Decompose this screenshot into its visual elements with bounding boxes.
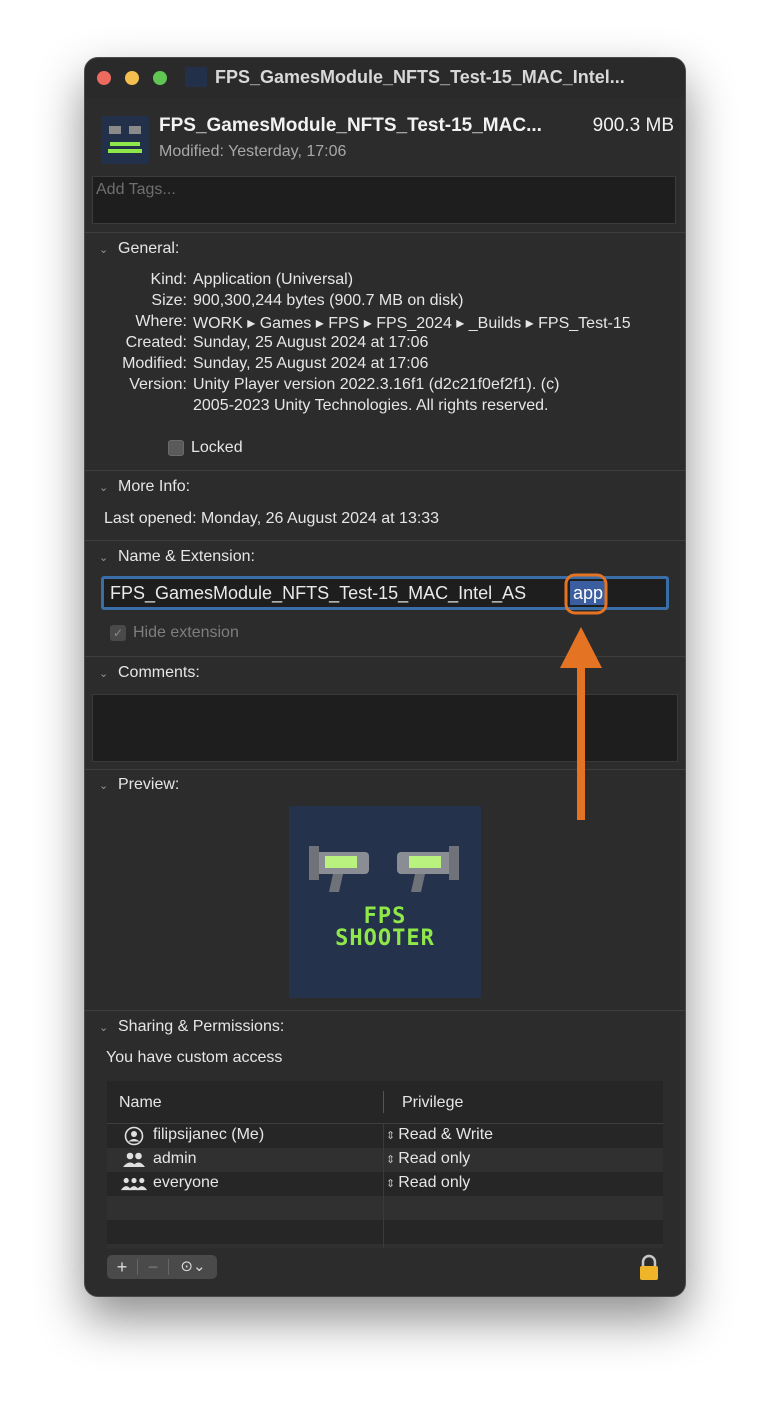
zoom-button[interactable] bbox=[153, 71, 167, 85]
updown-icon: ⇕ bbox=[386, 1130, 396, 1142]
section-title: Preview: bbox=[118, 776, 180, 793]
size-value: 900,300,244 bytes (900.7 MB on disk) bbox=[193, 292, 464, 309]
table-row[interactable]: admin ⇕ Read only bbox=[107, 1148, 663, 1172]
action-menu-button[interactable]: ⊙⌄ bbox=[169, 1255, 217, 1279]
minimize-button[interactable] bbox=[125, 71, 139, 85]
user-circle-icon bbox=[124, 1126, 144, 1146]
user-name: admin bbox=[153, 1150, 197, 1167]
column-divider bbox=[383, 1091, 384, 1113]
table-row-empty bbox=[107, 1196, 663, 1220]
updown-icon: ⇕ bbox=[386, 1154, 396, 1166]
section-more-info-toggle[interactable]: ⌄ More Info: bbox=[99, 478, 190, 496]
name-extension-input[interactable]: FPS_GamesModule_NFTS_Test-15_MAC_Intel_A… bbox=[101, 576, 669, 610]
permissions-table: Name Privilege filipsijanec (Me) ⇕ Read &… bbox=[107, 1081, 663, 1248]
column-header-name[interactable]: Name bbox=[119, 1094, 162, 1112]
preview-title-line2: SHOOTER bbox=[335, 926, 435, 951]
everyone-icon bbox=[121, 1177, 147, 1191]
blaster-graphic bbox=[309, 846, 459, 892]
chevron-down-icon: ⌄ bbox=[99, 668, 109, 680]
title-bar: FPS_GamesModule_NFTS_Test-15_MAC_Intel..… bbox=[85, 58, 685, 98]
where-value: WORK ▸ Games ▸ FPS ▸ FPS_2024 ▸ _Builds … bbox=[193, 315, 631, 332]
kind-label: Kind: bbox=[150, 271, 187, 288]
section-comments-toggle[interactable]: ⌄ Comments: bbox=[99, 664, 200, 682]
section-title: Sharing & Permissions: bbox=[118, 1018, 285, 1035]
hide-extension-checkbox[interactable]: ✓ bbox=[110, 625, 126, 641]
chevron-down-icon: ⌄ bbox=[99, 780, 109, 792]
extension-selection: app bbox=[570, 581, 607, 605]
table-header: Name Privilege bbox=[107, 1081, 663, 1124]
section-title: More Info: bbox=[118, 478, 191, 495]
size-label: Size: bbox=[151, 292, 187, 309]
section-sharing-toggle[interactable]: ⌄ Sharing & Permissions: bbox=[99, 1018, 284, 1036]
where-label: Where: bbox=[135, 313, 187, 330]
table-row[interactable]: everyone ⇕ Read only bbox=[107, 1172, 663, 1196]
column-divider bbox=[383, 1123, 384, 1248]
get-info-window: FPS_GamesModule_NFTS_Test-15_MAC_Intel..… bbox=[84, 57, 686, 1297]
privilege-popup[interactable]: ⇕ Read only bbox=[386, 1174, 470, 1192]
add-user-button[interactable]: + bbox=[107, 1255, 137, 1279]
app-icon bbox=[101, 116, 149, 164]
updown-icon: ⇕ bbox=[386, 1178, 396, 1190]
section-name-extension-toggle[interactable]: ⌄ Name & Extension: bbox=[99, 548, 255, 566]
chevron-down-icon: ⌄ bbox=[99, 482, 109, 494]
section-general-toggle[interactable]: ⌄ General: bbox=[99, 240, 179, 258]
section-title: Comments: bbox=[118, 664, 200, 681]
comments-textarea[interactable] bbox=[92, 694, 678, 762]
divider bbox=[85, 769, 685, 770]
table-row[interactable]: filipsijanec (Me) ⇕ Read & Write bbox=[107, 1124, 663, 1148]
section-title: General: bbox=[118, 240, 180, 257]
chevron-down-icon: ⌄ bbox=[99, 1022, 109, 1034]
permissions-button-bar: + − ⊙⌄ bbox=[107, 1255, 217, 1279]
table-row-empty bbox=[107, 1244, 663, 1248]
divider bbox=[85, 232, 685, 233]
created-label: Created: bbox=[125, 334, 187, 351]
section-title: Name & Extension: bbox=[118, 548, 255, 565]
kind-value: Application (Universal) bbox=[193, 271, 354, 288]
name-input-text: FPS_GamesModule_NFTS_Test-15_MAC_Intel_A… bbox=[110, 583, 527, 603]
preview-image: FPS SHOOTER bbox=[289, 806, 481, 998]
tags-field[interactable]: Add Tags... bbox=[92, 176, 676, 224]
app-icon-small bbox=[185, 67, 207, 87]
privilege-value: Read only bbox=[398, 1174, 471, 1191]
privilege-value: Read only bbox=[398, 1150, 471, 1167]
chevron-down-icon: ⌄ bbox=[99, 244, 109, 256]
privilege-value: Read & Write bbox=[398, 1126, 494, 1143]
close-button[interactable] bbox=[97, 71, 111, 85]
version-value-cont: 2005-2023 Unity Technologies. All rights… bbox=[193, 397, 549, 414]
modified-label: Modified: bbox=[122, 355, 187, 372]
divider bbox=[85, 540, 685, 541]
user-name: filipsijanec (Me) bbox=[153, 1126, 265, 1143]
version-value: Unity Player version 2022.3.16f1 (d2c21f… bbox=[193, 376, 560, 393]
hide-extension-label: Hide extension bbox=[133, 624, 239, 641]
remove-user-button[interactable]: − bbox=[138, 1255, 168, 1279]
window-title: FPS_GamesModule_NFTS_Test-15_MAC_Intel..… bbox=[215, 67, 625, 87]
divider bbox=[85, 1010, 685, 1011]
privilege-popup[interactable]: ⇕ Read only bbox=[386, 1150, 470, 1168]
file-name: FPS_GamesModule_NFTS_Test-15_MAC... bbox=[159, 115, 542, 136]
locked-checkbox[interactable] bbox=[168, 440, 184, 456]
user-name: everyone bbox=[153, 1174, 219, 1191]
created-value: Sunday, 25 August 2024 at 17:06 bbox=[193, 334, 429, 351]
modified-summary: Modified: Yesterday, 17:06 bbox=[159, 143, 347, 160]
group-icon bbox=[123, 1152, 145, 1167]
chevron-down-icon: ⌄ bbox=[99, 552, 109, 564]
locked-label: Locked bbox=[191, 439, 243, 456]
divider bbox=[85, 656, 685, 657]
file-size: 900.3 MB bbox=[592, 115, 674, 136]
access-note: You have custom access bbox=[106, 1049, 283, 1066]
section-preview-toggle[interactable]: ⌄ Preview: bbox=[99, 776, 179, 794]
version-label: Version: bbox=[129, 376, 187, 393]
privilege-popup[interactable]: ⇕ Read & Write bbox=[386, 1126, 493, 1144]
tags-placeholder: Add Tags... bbox=[96, 181, 176, 198]
modified-value: Sunday, 25 August 2024 at 17:06 bbox=[193, 355, 429, 372]
divider bbox=[85, 470, 685, 471]
lock-icon[interactable] bbox=[637, 1254, 661, 1282]
table-row-empty bbox=[107, 1220, 663, 1244]
column-header-privilege[interactable]: Privilege bbox=[402, 1094, 463, 1112]
last-opened: Last opened: Monday, 26 August 2024 at 1… bbox=[104, 510, 440, 527]
